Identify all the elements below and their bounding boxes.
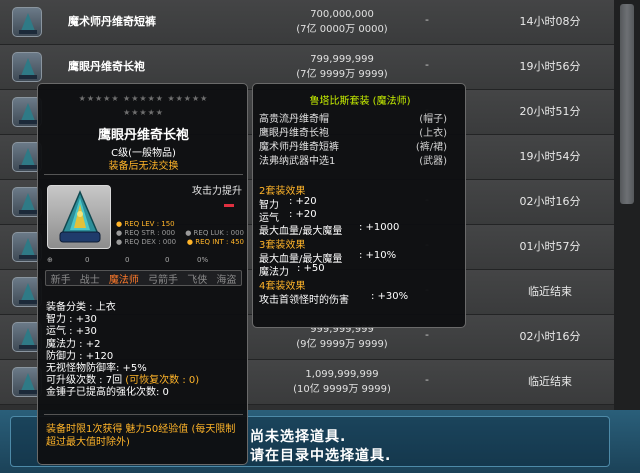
job-beginner: 新手 — [50, 274, 71, 286]
rate-icon: 0% — [197, 256, 209, 264]
trade-restriction: 装备后无法交换 — [108, 161, 179, 172]
robe-icon — [12, 52, 42, 82]
set-effect-stat: 魔法力: +50 — [259, 263, 325, 278]
select-hint-message: 请在目录中选择道具. — [250, 448, 392, 464]
attack-increase-indicator — [224, 204, 234, 207]
item-seller: - — [425, 13, 429, 26]
item-stats: 装备分类 : 上衣 智力 : +30 运气 : +30 魔法力 : +2 防御力… — [46, 302, 246, 400]
item-tooltip: ★★★★★ ★★★★★ ★★★★★ ★★★★★ 鹰眼丹维奇长袍 C级(一般物品)… — [37, 83, 248, 465]
set-effect-tooltip: 鲁塔比斯套装 (魔法师) 高贵流丹维奇帽 (帽子) 鹰眼丹维奇长袍 (上衣) 魔术师… — [252, 83, 466, 328]
item-time-left: 19小时54分 — [519, 150, 581, 163]
item-seller: - — [425, 58, 429, 71]
item-image — [47, 185, 111, 249]
divider — [44, 174, 243, 175]
item-seller: - — [425, 328, 429, 341]
scroll-thumb[interactable] — [620, 4, 634, 204]
item-time-left: 19小时56分 — [519, 60, 581, 73]
stat-ignore-defense: 无视怪物防御率: +5% — [46, 363, 147, 375]
item-name: 鹰眼丹维奇长袍 — [68, 60, 145, 73]
attack-increase-label: 攻击力提升 — [192, 186, 242, 197]
restore-count: (可恢复次数 : 0) — [125, 375, 200, 387]
potential-icon: 0 — [85, 256, 90, 264]
set-item: 高贵流丹维奇帽 (帽子) — [259, 114, 447, 125]
item-time-left: 20小时51分 — [519, 105, 581, 118]
stat-hammer: 金锤子已提高的强化次数: 0 — [46, 387, 169, 399]
item-time-left: 14小时08分 — [519, 15, 581, 28]
stat-defense: 防御力 : +120 — [46, 350, 114, 362]
stat-upgrade-slots: 可升级次数 : 7回 (可恢复次数 : 0) — [46, 375, 200, 387]
item-name: 魔术师丹维奇短裤 — [68, 15, 156, 28]
req-dex: ● REQ DEX : 000 — [116, 238, 177, 246]
robe-icon — [12, 7, 42, 37]
list-scrollbar[interactable] — [614, 0, 640, 410]
req-luk: ● REQ LUK : 000 — [185, 229, 244, 237]
robe-icon — [59, 190, 101, 243]
set-effect-title: 2套装效果 — [259, 186, 306, 197]
requirements: ● REQ LEV : 150 ● REQ STR : 000 ● REQ LUK… — [116, 220, 244, 247]
divider — [44, 414, 243, 415]
req-str: ● REQ STR : 000 — [116, 229, 176, 237]
item-price: 700,000,000 (7亿 0000万 0000) — [296, 9, 388, 35]
req-int: ● REQ INT : 450 — [186, 238, 244, 246]
req-level: ● REQ LEV : 150 — [116, 220, 175, 228]
job-magician: 魔法师 — [108, 274, 139, 286]
enhance-icon: 0 — [125, 256, 130, 264]
item-time-left: 临近结束 — [528, 285, 572, 298]
stat-magic-attack: 魔法力 : +2 — [46, 338, 101, 350]
list-row[interactable]: 魔术师丹维奇短裤 700,000,000 (7亿 0000万 0000) - 14… — [0, 0, 614, 45]
set-item: 鹰眼丹维奇长袍 (上衣) — [259, 128, 447, 139]
equip-bonus-note: 超过最大值时除外) — [46, 437, 130, 448]
stat-luk: 运气 : +30 — [46, 326, 97, 338]
item-seller: - — [425, 373, 429, 386]
star-force-row: ★★★★★ — [123, 108, 164, 117]
upgrade-icon: ⊕ — [47, 256, 53, 264]
job-warrior: 战士 — [79, 274, 100, 286]
item-title: 鹰眼丹维奇长袍 — [97, 128, 189, 143]
job-pirate: 海盗 — [216, 274, 237, 286]
set-effect-title: 4套装效果 — [259, 281, 306, 292]
set-effect-stat: 攻击首领怪时的伤害: +30% — [259, 291, 409, 306]
set-item: 法弗纳武器中选1 (武器) — [259, 156, 447, 167]
item-time-left: 临近结束 — [528, 375, 572, 388]
item-time-left: 01小时57分 — [519, 240, 581, 253]
item-time-left: 02小时16分 — [519, 195, 581, 208]
job-archer: 弓箭手 — [148, 274, 179, 286]
item-price: 1,099,999,999 (10亿 9999万 9999) — [293, 369, 391, 395]
set-item: 魔术师丹维奇短裤 (裤/裙) — [259, 142, 447, 153]
star-force-row: ★★★★★ ★★★★★ ★★★★★ — [78, 94, 209, 103]
stat-category: 装备分类 : 上衣 — [46, 302, 116, 313]
scroll-icon: 0 — [165, 256, 170, 264]
job-thief: 飞侠 — [187, 274, 208, 286]
job-list: 新手 战士 魔法师 弓箭手 飞侠 海盗 — [45, 270, 242, 286]
item-time-left: 02小时16分 — [519, 330, 581, 343]
item-price: 799,999,999 (7亿 9999万 9999) — [296, 54, 388, 80]
set-title: 鲁塔比斯套装 (魔法师) — [309, 96, 411, 107]
no-selection-message: 尚未选择道具. — [250, 429, 347, 445]
set-effect-stat: 最大血量/最大魔量: +1000 — [259, 222, 400, 237]
stat-int: 智力 : +30 — [46, 314, 97, 326]
set-effect-title: 3套装效果 — [259, 240, 306, 251]
